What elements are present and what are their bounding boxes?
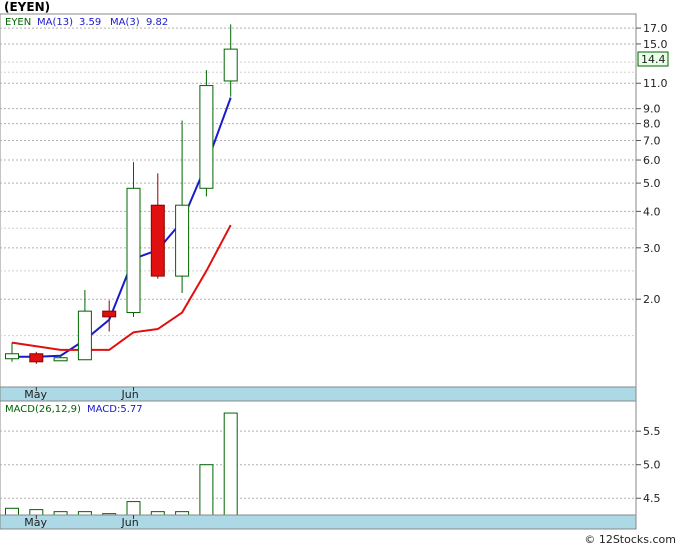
price-panel: 2.0 3.0 4.0 5.0 6.0 7.0 8.0 9.0 11.0 15.0 17.0 EYE… — [0, 13, 669, 388]
price-tick-label: 6.0 — [643, 154, 661, 167]
footer-credit: © 12Stocks.com — [584, 533, 676, 546]
candle-body — [175, 204, 190, 277]
macd-date-band — [0, 514, 637, 530]
candle-body — [126, 187, 141, 314]
legend-ticker: EYEN — [5, 17, 31, 28]
price-x-label: Jun — [121, 388, 139, 401]
price-tick-label: 5.0 — [643, 177, 661, 190]
candle — [29, 351, 44, 364]
macd-bar — [175, 511, 190, 516]
legend-ma13-label: MA(13) — [37, 17, 73, 28]
price-tick-label: 7.0 — [643, 134, 661, 147]
candle-body — [77, 310, 92, 361]
candle-body — [5, 353, 19, 360]
price-tick-label: 11.0 — [643, 77, 668, 90]
legend-ma3-value: 9.82 — [146, 17, 168, 28]
macd-legend-value: MACD:5.77 — [87, 404, 143, 415]
price-tick-label: 15.0 — [643, 38, 668, 51]
price-date-band — [0, 386, 637, 402]
price-tick-label: 8.0 — [643, 118, 661, 131]
legend-ma13-value: 3.59 — [79, 17, 101, 28]
macd-bar — [53, 511, 68, 516]
price-tick-label: 2.0 — [643, 293, 661, 306]
macd-bar — [29, 509, 44, 516]
last-price-label: 14.4 — [641, 53, 666, 66]
macd-tick-label: 4.5 — [643, 492, 661, 505]
candle — [199, 70, 214, 197]
chart-svg: 2.0 3.0 4.0 5.0 6.0 7.0 8.0 9.0 11.0 15.0 17.0 EYE… — [0, 13, 669, 530]
price-tick-label: 4.0 — [643, 205, 661, 218]
macd-bar — [126, 501, 141, 516]
macd-panel: 4.5 5.0 5.5 MACD(26,12,9) MACD:5.77 — [0, 400, 661, 516]
macd-y-ticks: 4.5 5.0 5.5 — [636, 425, 661, 505]
candle-body — [199, 85, 214, 189]
macd-legend-label: MACD(26,12,9) — [5, 404, 81, 415]
macd-bar — [199, 464, 214, 516]
macd-bar — [5, 507, 19, 516]
price-tick-label: 9.0 — [643, 103, 661, 116]
macd-x-label: May — [24, 516, 47, 529]
macd-tick-label: 5.5 — [643, 425, 661, 438]
macd-bar — [77, 511, 92, 516]
macd-bar — [223, 412, 238, 516]
candle-body — [150, 204, 165, 277]
macd-tick-label: 5.0 — [643, 459, 661, 472]
last-price-marker: 14.4 — [637, 51, 669, 67]
candle-body — [102, 310, 117, 318]
macd-x-label: Jun — [121, 516, 139, 529]
price-tick-label: 17.0 — [643, 22, 668, 35]
legend-ma3-label: MA(3) — [110, 17, 140, 28]
candle-body — [223, 48, 238, 82]
price-x-label: May — [24, 388, 47, 401]
candle-body — [29, 353, 44, 363]
candle-body — [53, 357, 68, 362]
macd-bar — [150, 511, 165, 516]
price-tick-label: 3.0 — [643, 242, 661, 255]
